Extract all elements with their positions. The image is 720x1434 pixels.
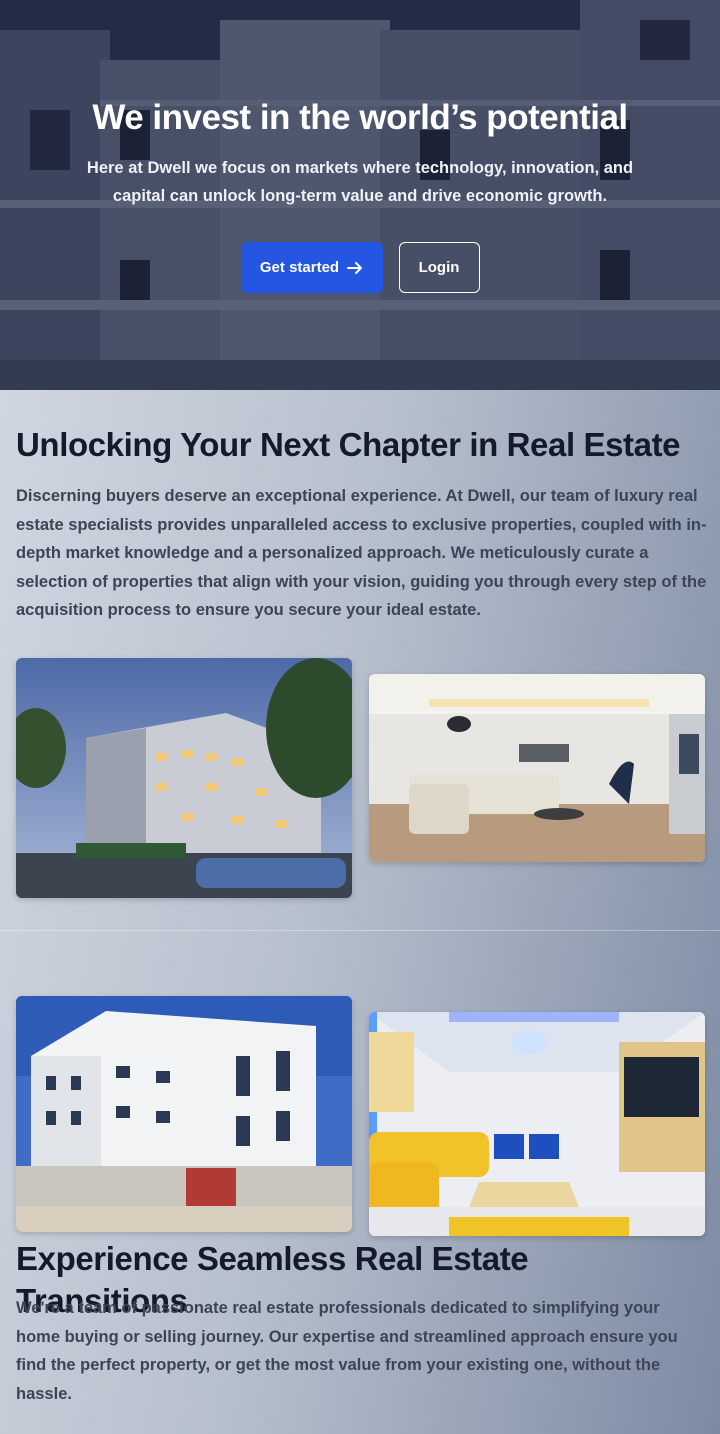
section2-body: We're a team of passionate real estate p… bbox=[16, 1299, 678, 1403]
white-building-image bbox=[16, 996, 352, 1232]
content-section: Unlocking Your Next Chapter in Real Esta… bbox=[0, 390, 720, 1434]
hero-buttons: Get started Login bbox=[0, 242, 720, 293]
arrow-right-icon bbox=[347, 261, 363, 274]
section1-body: Discerning buyers deserve an exceptional… bbox=[16, 487, 707, 619]
building-dusk-image bbox=[16, 658, 352, 898]
hero-title: We invest in the world’s potential bbox=[92, 98, 628, 137]
hero-subtitle: Here at Dwell we focus on markets where … bbox=[86, 159, 634, 205]
login-label: Login bbox=[418, 259, 460, 276]
hero-section: We invest in the world’s potential Here … bbox=[0, 0, 720, 390]
get-started-button[interactable]: Get started bbox=[240, 242, 383, 293]
section1-heading: Unlocking Your Next Chapter in Real Esta… bbox=[16, 426, 681, 463]
yellow-living-room-image bbox=[369, 1012, 705, 1236]
hero-content: We invest in the world’s potential Here … bbox=[0, 96, 720, 210]
living-room-image bbox=[369, 674, 705, 862]
login-button[interactable]: Login bbox=[398, 242, 480, 293]
section-divider bbox=[0, 930, 720, 931]
get-started-label: Get started bbox=[259, 259, 340, 276]
